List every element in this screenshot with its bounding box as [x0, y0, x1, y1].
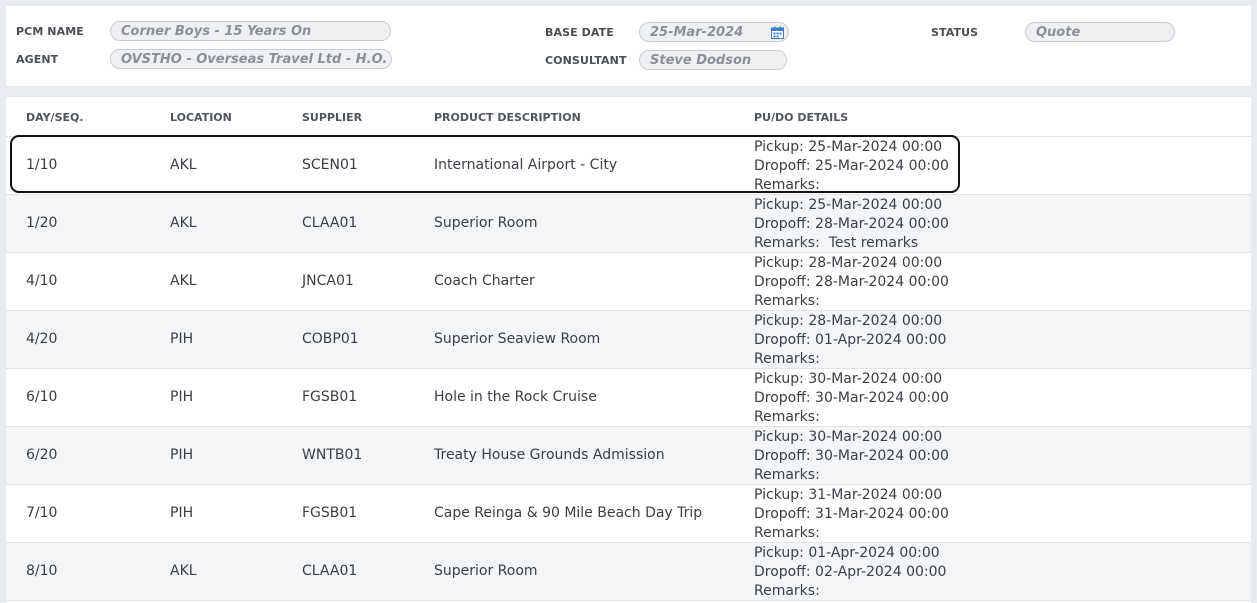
table-row[interactable]: 1/10 AKL SCEN01 International Airport - … [6, 137, 1251, 195]
row-product: Superior Seaview Room [434, 331, 601, 347]
row-location: PIH [170, 447, 194, 463]
row-dayseq: 1/10 [26, 157, 58, 173]
row-dayseq: 1/20 [26, 215, 58, 231]
row-pudo-details: Pickup: 30-Mar-2024 00:00 Dropoff: 30-Mar… [754, 370, 949, 427]
status-field[interactable]: Quote [1025, 22, 1175, 42]
row-dropoff: Dropoff: 02-Apr-2024 00:00 [754, 564, 947, 580]
row-supplier: WNTB01 [302, 447, 363, 463]
row-pudo-details: Pickup: 25-Mar-2024 00:00 Dropoff: 25-Mar… [754, 138, 949, 195]
row-pudo-details: Pickup: 28-Mar-2024 00:00 Dropoff: 01-Apr… [754, 312, 946, 369]
row-location: AKL [170, 563, 197, 579]
pcm-name-label: PCM NAME [16, 25, 84, 38]
row-location: AKL [170, 157, 197, 173]
row-pudo-details: Pickup: 30-Mar-2024 00:00 Dropoff: 30-Mar… [754, 428, 949, 485]
row-location: PIH [170, 505, 194, 521]
row-location: AKL [170, 273, 197, 289]
base-date-field[interactable]: 25-Mar-2024 [639, 22, 789, 42]
row-product: Coach Charter [434, 273, 535, 289]
row-pudo-details: Pickup: 31-Mar-2024 00:00 Dropoff: 31-Mar… [754, 486, 949, 543]
row-pudo-details: Pickup: 25-Mar-2024 00:00 Dropoff: 28-Mar… [754, 196, 949, 253]
row-dropoff: Dropoff: 30-Mar-2024 00:00 [754, 448, 949, 464]
base-date-value: 25-Mar-2024 [650, 25, 744, 40]
row-dropoff: Dropoff: 28-Mar-2024 00:00 [754, 274, 949, 290]
row-remarks: Remarks: [754, 177, 820, 193]
row-remarks: Remarks: [754, 583, 820, 599]
table-row[interactable]: 4/10 AKL JNCA01 Coach Charter Pickup: 28… [6, 253, 1251, 311]
row-product: International Airport - City [434, 157, 618, 173]
row-pickup: Pickup: 25-Mar-2024 00:00 [754, 139, 943, 155]
table-row[interactable]: 6/10 PIH FGSB01 Hole in the Rock Cruise … [6, 369, 1251, 427]
row-dropoff: Dropoff: 01-Apr-2024 00:00 [754, 332, 947, 348]
row-dayseq: 4/20 [26, 331, 58, 347]
row-pickup: Pickup: 28-Mar-2024 00:00 [754, 313, 943, 329]
row-remarks: Remarks: [754, 525, 820, 541]
row-supplier: FGSB01 [302, 505, 358, 521]
row-location: PIH [170, 331, 194, 347]
row-remarks: Remarks: [754, 293, 820, 309]
row-product: Superior Room [434, 215, 538, 231]
row-pudo-details: Pickup: 01-Apr-2024 00:00 Dropoff: 02-Apr… [754, 544, 946, 601]
table-header: DAY/SEQ. LOCATION SUPPLIER PRODUCT DESCR… [6, 97, 1251, 137]
row-dropoff: Dropoff: 30-Mar-2024 00:00 [754, 390, 949, 406]
base-date-label: BASE DATE [545, 26, 614, 39]
row-pickup: Pickup: 30-Mar-2024 00:00 [754, 371, 943, 387]
row-supplier: CLAA01 [302, 215, 358, 231]
row-location: PIH [170, 389, 194, 405]
col-location-header[interactable]: LOCATION [170, 111, 232, 124]
agent-field[interactable]: OVSTHO - Overseas Travel Ltd - H.O. [110, 49, 392, 69]
row-dropoff: Dropoff: 28-Mar-2024 00:00 [754, 216, 949, 232]
itinerary-table: DAY/SEQ. LOCATION SUPPLIER PRODUCT DESCR… [6, 97, 1251, 603]
table-row[interactable]: 1/20 AKL CLAA01 Superior Room Pickup: 25… [6, 195, 1251, 253]
status-label: STATUS [931, 26, 979, 39]
table-row[interactable]: 6/20 PIH WNTB01 Treaty House Grounds Adm… [6, 427, 1251, 485]
col-product-header[interactable]: PRODUCT DESCRIPTION [434, 111, 581, 124]
row-pickup: Pickup: 01-Apr-2024 00:00 [754, 545, 940, 561]
consultant-label: CONSULTANT [545, 54, 627, 67]
table-row[interactable]: 8/10 AKL CLAA01 Superior Room Pickup: 01… [6, 543, 1251, 601]
row-remarks: Remarks: Test remarks [754, 235, 919, 251]
table-row[interactable]: 4/20 PIH COBP01 Superior Seaview Room Pi… [6, 311, 1251, 369]
row-pickup: Pickup: 28-Mar-2024 00:00 [754, 255, 943, 271]
row-remarks: Remarks: [754, 409, 820, 425]
row-location: AKL [170, 215, 197, 231]
consultant-field[interactable]: Steve Dodson [639, 50, 787, 70]
row-dayseq: 6/10 [26, 389, 58, 405]
row-remarks: Remarks: [754, 467, 820, 483]
row-supplier: FGSB01 [302, 389, 358, 405]
row-dayseq: 4/10 [26, 273, 58, 289]
row-pickup: Pickup: 30-Mar-2024 00:00 [754, 429, 943, 445]
row-pudo-details: Pickup: 28-Mar-2024 00:00 Dropoff: 28-Mar… [754, 254, 949, 311]
col-dayseq-header[interactable]: DAY/SEQ. [26, 111, 84, 124]
row-dayseq: 7/10 [26, 505, 58, 521]
row-supplier: CLAA01 [302, 563, 358, 579]
pcm-name-field[interactable]: Corner Boys - 15 Years On [110, 21, 391, 41]
row-dayseq: 8/10 [26, 563, 58, 579]
row-product: Superior Room [434, 563, 538, 579]
row-product: Treaty House Grounds Admission [434, 447, 665, 463]
row-pickup: Pickup: 25-Mar-2024 00:00 [754, 197, 943, 213]
col-pudo-header[interactable]: PU/DO DETAILS [754, 111, 848, 124]
calendar-icon[interactable] [771, 26, 784, 39]
col-supplier-header[interactable]: SUPPLIER [302, 111, 362, 124]
row-supplier: COBP01 [302, 331, 359, 347]
row-pickup: Pickup: 31-Mar-2024 00:00 [754, 487, 943, 503]
row-supplier: JNCA01 [302, 273, 354, 289]
row-product: Hole in the Rock Cruise [434, 389, 597, 405]
row-supplier: SCEN01 [302, 157, 358, 173]
row-dropoff: Dropoff: 25-Mar-2024 00:00 [754, 158, 949, 174]
row-dropoff: Dropoff: 31-Mar-2024 00:00 [754, 506, 949, 522]
table-row[interactable]: 7/10 PIH FGSB01 Cape Reinga & 90 Mile Be… [6, 485, 1251, 543]
row-dayseq: 6/20 [26, 447, 58, 463]
booking-header: PCM NAME Corner Boys - 15 Years On AGENT… [6, 6, 1251, 86]
agent-label: AGENT [16, 53, 59, 66]
row-product: Cape Reinga & 90 Mile Beach Day Trip [434, 505, 703, 521]
row-remarks: Remarks: [754, 351, 820, 367]
